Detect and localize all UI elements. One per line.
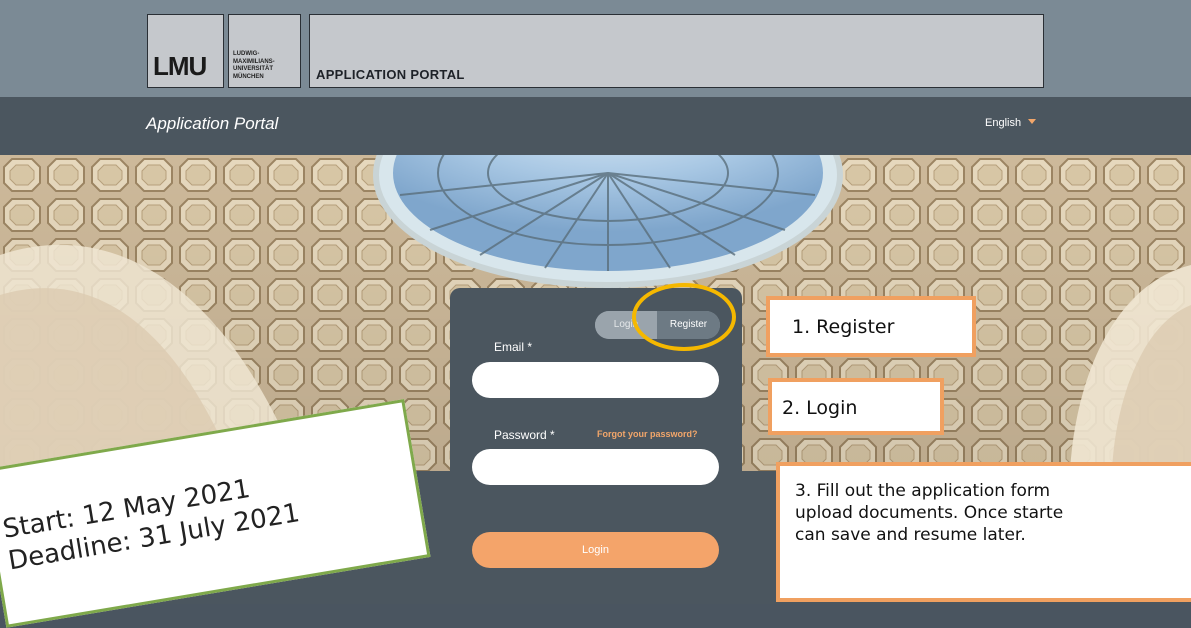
callout-step-3-line: can save and resume later. <box>795 525 1026 545</box>
university-name-line: LUDWIG- <box>233 51 260 57</box>
callout-step-3-line: upload documents. Once starte <box>795 503 1064 523</box>
login-card: Login Register Email * Password * Forgot… <box>450 288 742 604</box>
callout-step-3: 3. Fill out the application form upload … <box>776 462 1191 602</box>
tab-login[interactable]: Login <box>595 311 657 339</box>
auth-toggle: Login Register <box>595 311 720 339</box>
header-bar: LMU LUDWIG- MAXIMILIANS- UNIVERSITÄT MÜN… <box>0 0 1191 97</box>
password-field[interactable] <box>472 449 719 485</box>
lmu-logo[interactable]: LMU <box>147 14 224 88</box>
university-name-line: MAXIMILIANS- <box>233 58 275 65</box>
login-button[interactable]: Login <box>472 532 719 568</box>
email-field[interactable] <box>472 362 719 398</box>
callout-step-3-line: 3. Fill out the application form <box>795 481 1051 501</box>
language-select[interactable]: English <box>985 117 1037 129</box>
nav-title[interactable]: Application Portal <box>146 114 278 134</box>
university-name-line: MÜNCHEN <box>233 73 264 80</box>
forgot-password-link[interactable]: Forgot your password? <box>597 429 698 439</box>
callout-step-2: 2. Login <box>768 378 944 435</box>
lmu-logo-text: LMU <box>153 51 207 81</box>
university-name: LUDWIG- MAXIMILIANS- UNIVERSITÄT MÜNCHEN <box>233 51 275 81</box>
portal-title-box: APPLICATION PORTAL <box>309 14 1044 88</box>
chevron-down-icon <box>1028 119 1037 124</box>
password-label: Password * <box>494 428 555 442</box>
callout-step-2-text: 2. Login <box>782 397 858 419</box>
university-name-logo: LUDWIG- MAXIMILIANS- UNIVERSITÄT MÜNCHEN <box>228 14 301 88</box>
callout-step-1: 1. Register <box>766 296 976 357</box>
portal-title: APPLICATION PORTAL <box>316 67 465 82</box>
tab-register[interactable]: Register <box>657 311 720 339</box>
email-label: Email * <box>494 340 533 354</box>
university-name-line: UNIVERSITÄT <box>233 66 274 72</box>
nav-bar: Application Portal English <box>0 97 1191 155</box>
language-label: English <box>985 117 1022 129</box>
callout-step-1-text: 1. Register <box>792 316 895 338</box>
